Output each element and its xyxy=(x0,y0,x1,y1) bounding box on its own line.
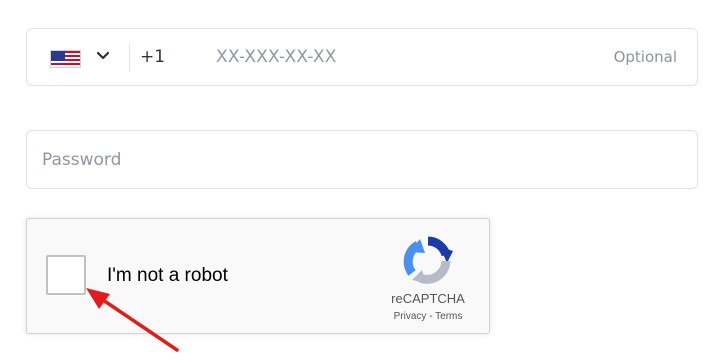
recaptcha-logo-icon xyxy=(403,236,453,284)
password-placeholder: Password xyxy=(42,150,122,170)
dial-code: +1 xyxy=(140,47,166,67)
phone-field[interactable]: +1 XX-XXX-XX-XX Optional xyxy=(26,28,698,86)
us-flag-icon[interactable] xyxy=(50,50,81,68)
recaptcha-branding: reCAPTCHA Privacy - Terms xyxy=(376,289,480,329)
us-flag-graphic xyxy=(51,51,80,67)
chevron-down-icon[interactable] xyxy=(96,49,110,63)
recaptcha-label: I'm not a robot xyxy=(107,265,228,286)
phone-input-placeholder[interactable]: XX-XXX-XX-XX xyxy=(216,47,337,67)
signup-form: +1 XX-XXX-XX-XX Optional Password I'm no… xyxy=(0,0,717,363)
recaptcha-widget: I'm not a robot reCAPTCHA Privacy - Term… xyxy=(26,218,490,334)
recaptcha-checkbox[interactable] xyxy=(46,255,86,295)
password-field[interactable]: Password xyxy=(26,130,698,189)
recaptcha-brand: reCAPTCHA xyxy=(391,291,465,306)
country-divider xyxy=(129,44,130,72)
optional-hint: Optional xyxy=(613,48,677,66)
recaptcha-privacy-terms[interactable]: Privacy - Terms xyxy=(376,311,480,322)
